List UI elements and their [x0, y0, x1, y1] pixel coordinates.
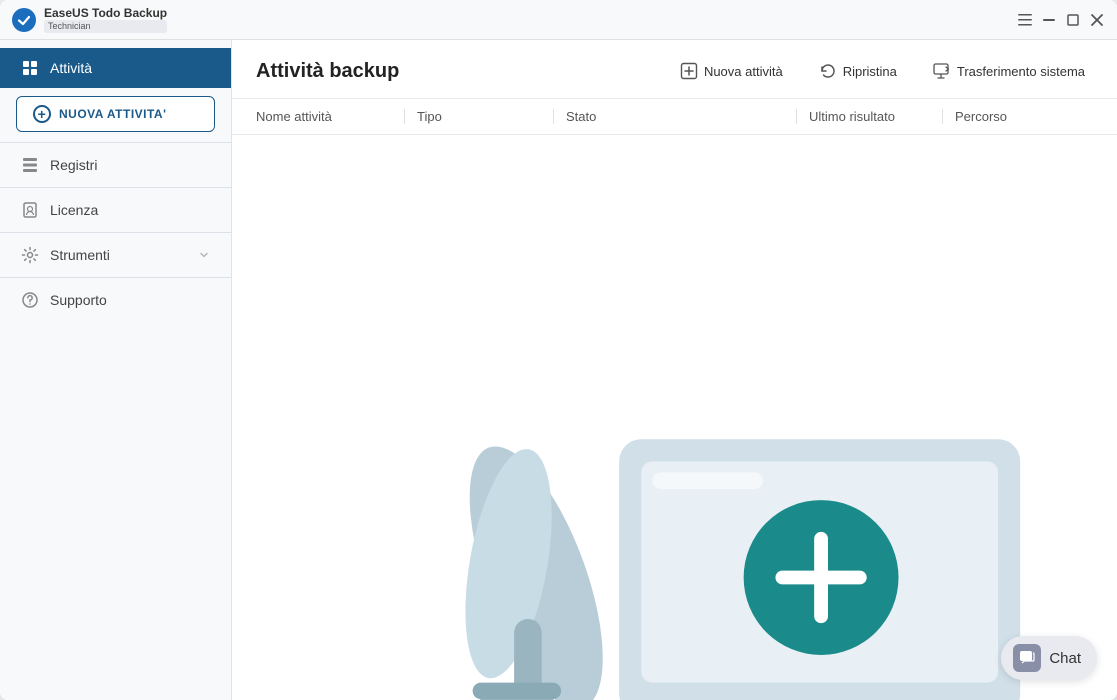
ripristina-icon — [819, 62, 837, 80]
col-header-stato: Stato — [554, 109, 796, 124]
sidebar-registri-label: Registri — [50, 157, 97, 173]
strumenti-icon — [20, 245, 40, 265]
content-area: Attività backup Nuova attività — [232, 40, 1117, 700]
attivita-icon — [20, 58, 40, 78]
sidebar-supporto-label: Supporto — [50, 292, 107, 308]
nuova-attivita-button[interactable]: Nuova attività — [672, 58, 791, 84]
sidebar-item-registri[interactable]: Registri — [0, 145, 231, 185]
sidebar-divider-1 — [0, 142, 231, 143]
empty-state — [232, 135, 1117, 700]
page-title: Attività backup — [256, 60, 672, 83]
trasferimento-button[interactable]: Trasferimento sistema — [925, 58, 1093, 84]
menu-button[interactable] — [1017, 12, 1033, 28]
sidebar-item-attivita[interactable]: Attività — [0, 48, 231, 88]
licenza-icon — [20, 200, 40, 220]
sidebar-divider-4 — [0, 277, 231, 278]
strumenti-chevron-icon — [197, 248, 211, 262]
sidebar: Attività + NUOVA ATTIVITA' Registri — [0, 40, 232, 700]
minimize-button[interactable] — [1041, 12, 1057, 28]
sidebar-item-supporto[interactable]: Supporto — [0, 280, 231, 320]
sidebar-attivita-label: Attività — [50, 60, 92, 76]
ripristina-button[interactable]: Ripristina — [811, 58, 905, 84]
content-actions: Nuova attività Ripristina — [672, 58, 1093, 84]
sidebar-divider-3 — [0, 232, 231, 233]
registri-icon — [20, 155, 40, 175]
main-layout: Attività + NUOVA ATTIVITA' Registri — [0, 40, 1117, 700]
chat-icon — [1013, 644, 1041, 672]
maximize-button[interactable] — [1065, 12, 1081, 28]
title-bar-controls — [1017, 12, 1105, 28]
nuova-attivita-label: Nuova attività — [704, 64, 783, 79]
app-window: EaseUS Todo Backup Technician — [0, 0, 1117, 700]
sidebar-divider-2 — [0, 187, 231, 188]
col-header-ultimo: Ultimo risultato — [797, 109, 942, 124]
col-header-nome: Nome attività — [256, 109, 404, 124]
trasferimento-icon — [933, 62, 951, 80]
ripristina-label: Ripristina — [843, 64, 897, 79]
sidebar-item-strumenti[interactable]: Strumenti — [0, 235, 231, 275]
empty-illustration — [232, 135, 1117, 700]
sidebar-licenza-label: Licenza — [50, 202, 98, 218]
sidebar-strumenti-label: Strumenti — [50, 247, 110, 263]
trasferimento-label: Trasferimento sistema — [957, 64, 1085, 79]
content-header: Attività backup Nuova attività — [232, 40, 1117, 99]
new-activity-plus-icon: + — [33, 105, 51, 123]
title-bar: EaseUS Todo Backup Technician — [0, 0, 1117, 40]
title-bar-info: EaseUS Todo Backup Technician — [44, 6, 167, 34]
close-button[interactable] — [1089, 12, 1105, 28]
new-activity-label: NUOVA ATTIVITA' — [59, 107, 166, 121]
sidebar-item-licenza[interactable]: Licenza — [0, 190, 231, 230]
app-badge: Technician — [44, 20, 167, 34]
nuova-attivita-icon — [680, 62, 698, 80]
chat-label: Chat — [1049, 650, 1081, 667]
app-name: EaseUS Todo Backup — [44, 6, 167, 20]
table-header: Nome attività Tipo Stato Ultimo risultat… — [232, 99, 1117, 135]
col-header-percorso: Percorso — [943, 109, 1093, 124]
chat-button[interactable]: Chat — [1001, 636, 1097, 680]
new-activity-button[interactable]: + NUOVA ATTIVITA' — [16, 96, 215, 132]
col-header-tipo: Tipo — [405, 109, 553, 124]
app-logo — [12, 8, 36, 32]
supporto-icon — [20, 290, 40, 310]
